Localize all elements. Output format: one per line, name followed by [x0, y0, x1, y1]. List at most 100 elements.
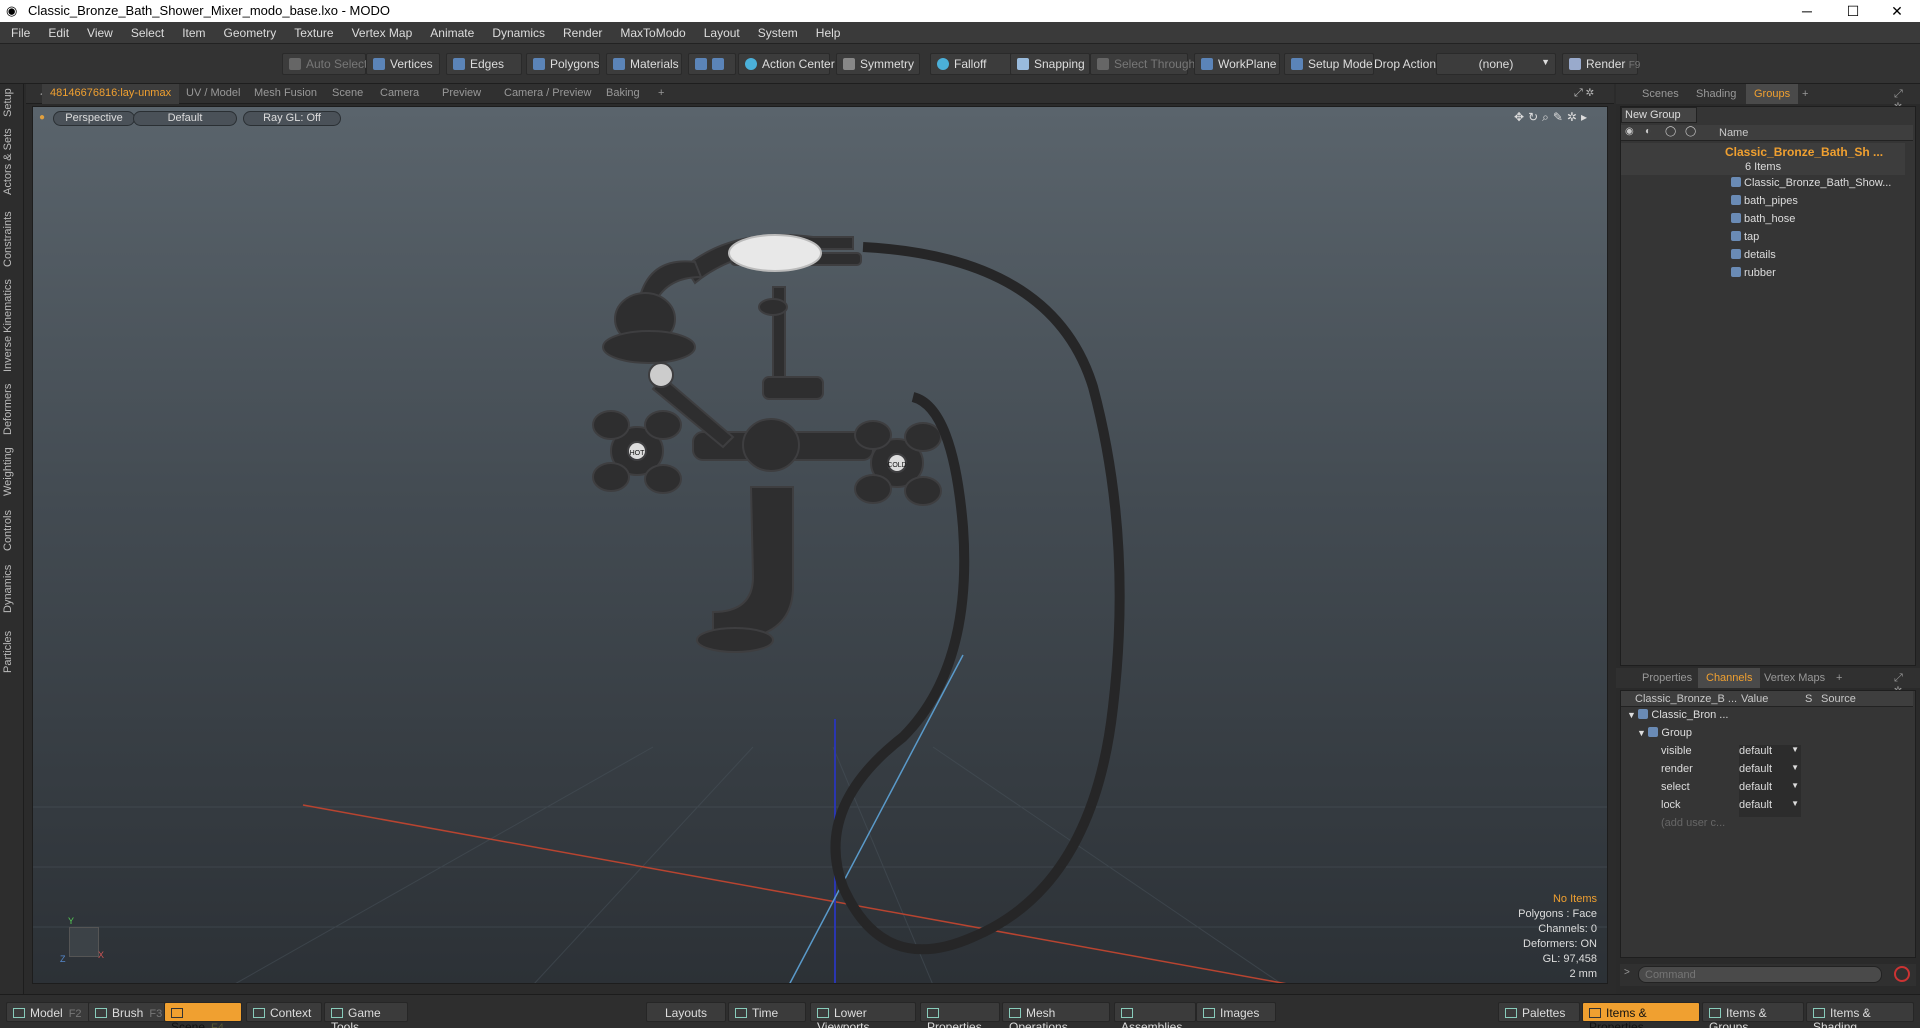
select-through-button[interactable]: Select Through: [1090, 53, 1195, 75]
add-user-channel[interactable]: (add user c...: [1661, 817, 1741, 835]
tab-camera-preview[interactable]: Camera / Preview: [496, 84, 599, 104]
selection-sets-button[interactable]: [688, 53, 736, 75]
list-item[interactable]: tap: [1731, 231, 1913, 249]
tab-constraints[interactable]: Constraints: [2, 206, 22, 272]
auto-select-button[interactable]: Auto Select: [282, 53, 367, 75]
list-item[interactable]: Classic_Bronze_Bath_Show...: [1731, 177, 1913, 195]
symmetry-button[interactable]: Symmetry: [836, 53, 920, 75]
action-center-button[interactable]: Action Center: [738, 53, 835, 75]
list-item[interactable]: details: [1731, 249, 1913, 267]
menu-item[interactable]: Item: [171, 22, 212, 44]
panel-options-icon[interactable]: ⤢ ✲: [1886, 84, 1920, 113]
tab-uv-model[interactable]: UV / Model: [178, 84, 248, 104]
tab-groups[interactable]: Groups: [1746, 84, 1799, 104]
assemblies-button[interactable]: Assemblies: [1114, 1002, 1196, 1028]
scene-layout-button[interactable]: Scene F4: [164, 1002, 242, 1028]
menu-render[interactable]: Render: [552, 22, 609, 44]
menu-help[interactable]: Help: [805, 22, 848, 44]
list-item[interactable]: bath_pipes: [1731, 195, 1913, 213]
lower-viewports-button[interactable]: Lower Viewports: [810, 1002, 916, 1028]
add-tab-button[interactable]: +: [650, 84, 672, 104]
items-shading-button[interactable]: Items & Shading: [1806, 1002, 1914, 1028]
edges-button[interactable]: Edges: [446, 53, 522, 75]
menu-maxtomodo[interactable]: MaxToModo: [609, 22, 692, 44]
workplane-button[interactable]: WorkPlane: [1194, 53, 1280, 75]
channel-lock-value[interactable]: default ▼: [1739, 799, 1801, 817]
palettes-button[interactable]: Palettes: [1498, 1002, 1580, 1022]
falloff-button[interactable]: Falloff: [930, 53, 1014, 75]
menu-view[interactable]: View: [76, 22, 120, 44]
tab-particles[interactable]: Particles: [2, 622, 22, 682]
command-input[interactable]: [1638, 966, 1882, 983]
tab-scene[interactable]: Scene: [324, 84, 371, 104]
images-button[interactable]: Images: [1196, 1002, 1276, 1022]
add-lower-tab[interactable]: +: [1828, 668, 1850, 688]
menu-system[interactable]: System: [747, 22, 805, 44]
maximize-viewport-icon[interactable]: ⤢ ✲: [1566, 84, 1602, 104]
tab-channels[interactable]: Channels: [1698, 668, 1761, 688]
vertices-button[interactable]: Vertices: [366, 53, 440, 75]
tab-deformers[interactable]: Deformers: [2, 380, 22, 438]
polygons-button[interactable]: Polygons: [526, 53, 600, 75]
menu-dynamics[interactable]: Dynamics: [481, 22, 552, 44]
properties-button[interactable]: Properties: [920, 1002, 1000, 1028]
tab-controls[interactable]: Controls: [2, 506, 22, 556]
mesh-operations-button[interactable]: Mesh Operations: [1002, 1002, 1110, 1028]
tab-preview[interactable]: Preview: [434, 84, 489, 104]
layouts-button[interactable]: Layouts: [646, 1002, 726, 1022]
menu-layout[interactable]: Layout: [693, 22, 747, 44]
select-toggle-icon[interactable]: ◯: [1685, 126, 1696, 137]
tab-baking[interactable]: Baking: [598, 84, 648, 104]
setup-mode-button[interactable]: Setup Mode: [1284, 53, 1374, 75]
tab-inverse-kinematics[interactable]: Inverse Kinematics: [2, 276, 22, 376]
tab-lay-unmax[interactable]: 48146676816:lay-unmax: [42, 84, 180, 104]
record-icon[interactable]: [1894, 966, 1910, 982]
menu-select[interactable]: Select: [120, 22, 171, 44]
render-toggle-icon[interactable]: ◐: [1645, 126, 1651, 137]
menu-file[interactable]: File: [0, 22, 37, 44]
context-layout-button[interactable]: Context: [246, 1002, 322, 1022]
channel-visible-value[interactable]: default ▼: [1739, 745, 1801, 763]
channel-group[interactable]: ▼ Group: [1637, 727, 1737, 745]
menu-texture[interactable]: Texture: [283, 22, 340, 44]
model-layout-button[interactable]: Model F2: [6, 1002, 96, 1022]
items-properties-button[interactable]: Items & Properties: [1582, 1002, 1700, 1028]
lock-toggle-icon[interactable]: ◯: [1665, 126, 1676, 137]
menu-vertex-map[interactable]: Vertex Map: [341, 22, 420, 44]
maximize-button[interactable]: ☐: [1830, 0, 1876, 22]
items-groups-button[interactable]: Items & Groups: [1702, 1002, 1804, 1028]
menu-geometry[interactable]: Geometry: [213, 22, 284, 44]
brush-layout-button[interactable]: Brush F3: [88, 1002, 170, 1022]
group-row[interactable]: Classic_Bronze_Bath_Sh ... 6 Items: [1621, 143, 1905, 175]
list-item[interactable]: rubber: [1731, 267, 1913, 285]
tab-setup[interactable]: Setup: [2, 88, 22, 118]
menu-animate[interactable]: Animate: [419, 22, 481, 44]
render-button[interactable]: Render F9: [1562, 53, 1640, 75]
time-button[interactable]: Time: [728, 1002, 806, 1022]
tab-dynamics[interactable]: Dynamics: [2, 560, 22, 618]
channel-root[interactable]: ▼ Classic_Bron ...: [1627, 709, 1737, 727]
tab-vertex-maps[interactable]: Vertex Maps: [1756, 668, 1833, 688]
channel-render-value[interactable]: default ▼: [1739, 763, 1801, 781]
tab-camera[interactable]: Camera: [372, 84, 427, 104]
minimize-button[interactable]: ─: [1784, 0, 1830, 22]
tab-actors-sets[interactable]: Actors & Sets: [2, 122, 22, 202]
new-group-button[interactable]: New Group: [1621, 107, 1697, 123]
3d-viewport[interactable]: ● Perspective Default Ray GL: Off ✥↻⌕✎✲▸: [32, 106, 1608, 984]
channel-select-value[interactable]: default ▼: [1739, 781, 1801, 799]
tab-mesh-fusion[interactable]: Mesh Fusion: [246, 84, 325, 104]
close-button[interactable]: ✕: [1874, 0, 1920, 22]
tab-weighting[interactable]: Weighting: [2, 442, 22, 502]
materials-button[interactable]: Materials: [606, 53, 682, 75]
drop-action-select[interactable]: (none) ▼: [1436, 53, 1556, 75]
tab-scenes[interactable]: Scenes: [1634, 84, 1687, 104]
add-panel-tab[interactable]: +: [1794, 84, 1816, 104]
tab-properties[interactable]: Properties: [1634, 668, 1700, 688]
lower-panel-options-icon[interactable]: ⤢ ✲: [1886, 668, 1920, 697]
tab-shading[interactable]: Shading: [1688, 84, 1744, 104]
list-item[interactable]: bath_hose: [1731, 213, 1913, 231]
eye-icon[interactable]: ◉: [1625, 126, 1634, 137]
game-tools-layout-button[interactable]: Game Tools: [324, 1002, 408, 1028]
snapping-button[interactable]: Snapping: [1010, 53, 1090, 75]
menu-edit[interactable]: Edit: [37, 22, 76, 44]
